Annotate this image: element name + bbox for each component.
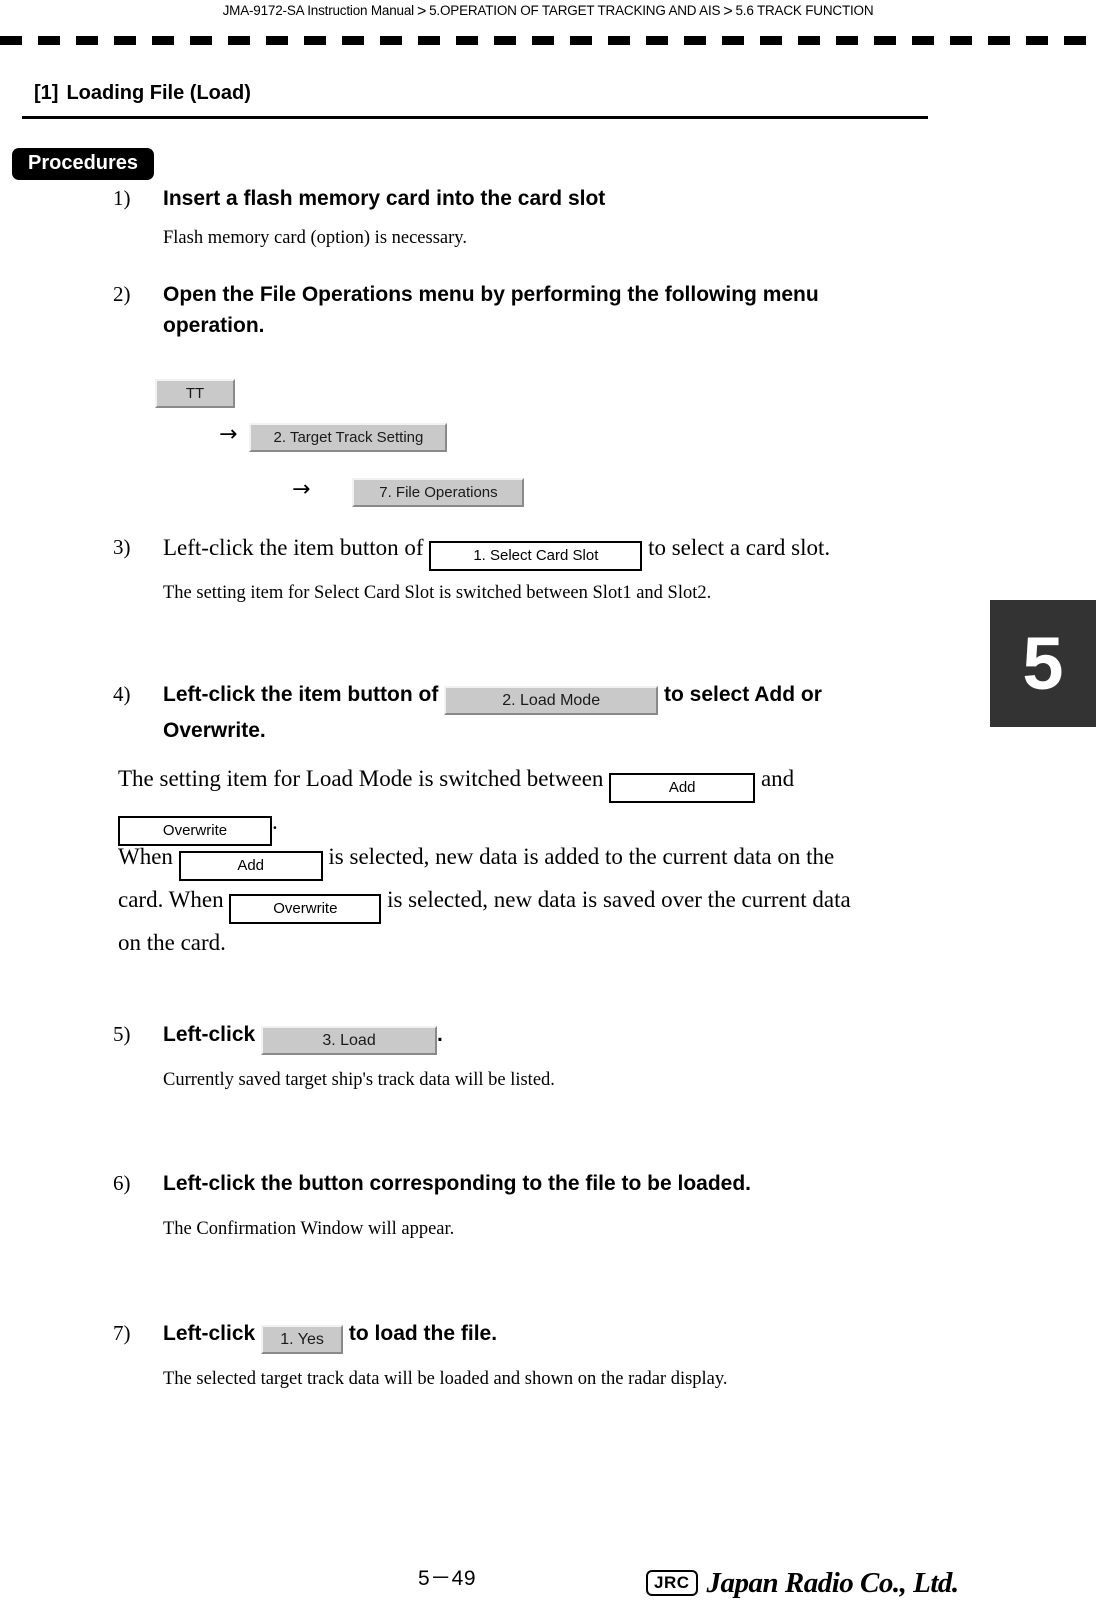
- menu-button-target-track-setting[interactable]: 2. Target Track Setting: [249, 423, 448, 452]
- menu-button-tt[interactable]: TT: [155, 379, 235, 408]
- load-mode-p2-e: on the card.: [118, 930, 226, 955]
- procedures-badge: Procedures: [12, 148, 155, 180]
- step-1-heading: Insert a flash memory card into the card…: [163, 187, 606, 210]
- step-6-description: The Confirmation Window will appear.: [163, 1219, 455, 1239]
- title-underline-divider: [22, 116, 928, 119]
- chapter-tab-5: 5: [990, 600, 1096, 727]
- page-title: [1] Loading File (Load): [34, 82, 251, 105]
- breadcrumb-separator-2: >: [723, 3, 733, 20]
- step-3-heading-post: to select a card slot.: [648, 535, 831, 560]
- step-7-heading-pre: Left-click: [163, 1322, 256, 1345]
- load-mode-paragraph-1: The setting item for Load Mode is switch…: [118, 760, 948, 846]
- menu-path-level-3: → 7. File Operations: [292, 477, 525, 507]
- breadcrumb-separator-1: >: [416, 3, 427, 20]
- value-box-overwrite-2[interactable]: Overwrite: [229, 894, 382, 924]
- load-mode-p2-b: is selected, new data is added to the cu…: [328, 844, 835, 869]
- load-mode-p1-post: .: [272, 809, 278, 834]
- step-3-description: The setting item for Select Card Slot is…: [163, 583, 712, 603]
- step-7-description: The selected target track data will be l…: [163, 1369, 728, 1389]
- step-7-number: 7): [113, 1321, 131, 1345]
- breadcrumb-item-manual: JMA-9172-SA Instruction Manual: [222, 3, 415, 18]
- menu-button-select-card-slot[interactable]: 1. Select Card Slot: [429, 541, 643, 571]
- step-5-description: Currently saved target ship's track data…: [163, 1070, 555, 1090]
- header-dashed-divider: [0, 36, 1096, 45]
- step-3-heading-pre: Left-click the item button of: [163, 535, 424, 560]
- step-2-number: 2): [113, 282, 131, 306]
- step-1-description: Flash memory card (option) is necessary.: [163, 228, 467, 248]
- step-6-heading: Left-click the button corresponding to t…: [163, 1172, 752, 1195]
- breadcrumb-item-section: 5.6 TRACK FUNCTION: [735, 3, 874, 18]
- page-title-label: Loading File (Load): [66, 82, 251, 104]
- step-3-number: 3): [113, 535, 131, 559]
- step-5-number: 5): [113, 1022, 131, 1046]
- load-mode-p1-mid: and: [760, 766, 795, 791]
- menu-button-load-mode[interactable]: 2. Load Mode: [444, 686, 659, 715]
- step-5-heading: Left-click 3. Load.: [163, 1019, 923, 1055]
- load-mode-p2-d: is selected, new data is saved over the …: [387, 887, 851, 912]
- footer-logo: JRC Japan Radio Co., Ltd.: [646, 1568, 959, 1598]
- jrc-company-name: Japan Radio Co., Ltd.: [706, 1567, 960, 1599]
- step-4-heading-pre: Left-click the item button of: [163, 683, 439, 706]
- load-mode-p1-pre: The setting item for Load Mode is switch…: [118, 766, 604, 791]
- arrow-right-icon-2: →: [292, 477, 311, 502]
- step-4-heading: Left-click the item button of 2. Load Mo…: [163, 679, 923, 746]
- step-5-heading-pre: Left-click: [163, 1023, 256, 1046]
- value-box-add-1[interactable]: Add: [609, 773, 756, 803]
- step-5-heading-post: .: [437, 1023, 443, 1046]
- jrc-logo-mark: JRC: [646, 1570, 698, 1596]
- arrow-right-icon-1: →: [219, 422, 238, 447]
- load-mode-paragraph-2: When Add is selected, new data is added …: [118, 838, 958, 962]
- breadcrumb-item-chapter: 5.OPERATION OF TARGET TRACKING AND AIS: [429, 3, 721, 18]
- load-mode-p2-a: When: [118, 844, 173, 869]
- step-7-heading: Left-click 1. Yes to load the file.: [163, 1318, 963, 1354]
- footer-page-number: 5－49: [418, 1567, 477, 1590]
- step-6-number: 6): [113, 1171, 131, 1195]
- breadcrumb: JMA-9172-SA Instruction Manual >5.OPERATI…: [0, 0, 1096, 22]
- menu-button-yes[interactable]: 1. Yes: [261, 1325, 344, 1354]
- menu-button-file-operations[interactable]: 7. File Operations: [352, 478, 525, 507]
- step-7-heading-post: to load the file.: [348, 1322, 498, 1345]
- step-1-number: 1): [113, 186, 131, 210]
- menu-path-level-2: → 2. Target Track Setting: [219, 422, 448, 452]
- load-mode-p2-c: card. When: [118, 887, 224, 912]
- page-title-number: [1]: [34, 82, 59, 104]
- value-box-add-2[interactable]: Add: [178, 851, 323, 881]
- menu-path-level-1: TT: [155, 379, 235, 408]
- step-3-heading: Left-click the item button of 1. Select …: [163, 532, 983, 571]
- step-2-heading: Open the File Operations menu by perform…: [163, 283, 819, 337]
- menu-button-load[interactable]: 3. Load: [261, 1026, 438, 1055]
- step-4-number: 4): [113, 682, 131, 706]
